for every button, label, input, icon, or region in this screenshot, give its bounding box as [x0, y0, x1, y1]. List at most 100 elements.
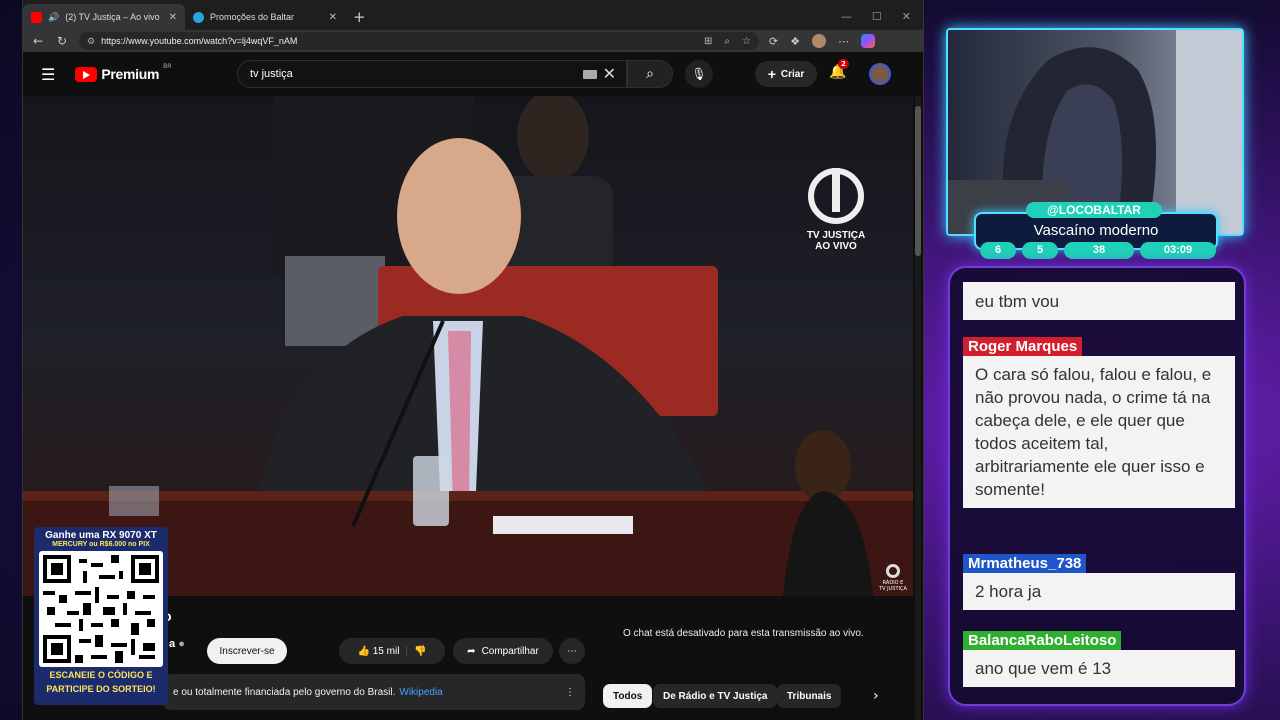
video-player[interactable]: TV JUSTIÇA AO VIVO RÁDIO E TV JUSTIÇA	[23, 96, 913, 596]
clear-search-icon[interactable]: ✕	[603, 64, 616, 84]
url-text: https://www.youtube.com/watch?v=lj4wqVF_…	[101, 36, 298, 46]
tab-promocoes[interactable]: Promoções do Baltar ✕	[185, 4, 345, 30]
tab-bar: 🔊 (2) TV Justiça – Ao vivo - You ✕ Promo…	[23, 0, 923, 30]
stream-chat-panel: eu tbm vou Roger Marques O cara só falou…	[948, 266, 1246, 706]
close-tab-icon[interactable]: ✕	[169, 12, 177, 23]
maximize-icon[interactable]: ☐	[872, 10, 882, 23]
description-text: e ou totalmente financiada pelo governo …	[173, 686, 396, 698]
qr-code	[39, 551, 163, 667]
chat-message: Mrmatheus_738 2 hora ja	[963, 553, 1235, 610]
notification-badge: 2	[838, 59, 849, 69]
chat-username: Mrmatheus_738	[963, 554, 1087, 573]
create-label: Criar	[780, 68, 805, 80]
telegram-favicon-icon	[193, 11, 204, 23]
chat-disabled-notice: O chat está desativado para esta transmi…	[623, 628, 864, 639]
chat-message: Roger Marques O cara só falou, falou e f…	[963, 336, 1235, 508]
wikipedia-link[interactable]: Wikipedia	[399, 687, 442, 698]
speaker-icon[interactable]: 🔊	[48, 12, 59, 23]
notifications-button[interactable]: 🔔 2	[829, 59, 849, 80]
promo-line2: MERCURY ou R$6.000 no PIX	[52, 541, 150, 548]
youtube-premium-logo[interactable]: Premium BR	[75, 62, 172, 82]
chip-todos[interactable]: Todos	[603, 684, 653, 708]
search-value: tv justiça	[250, 68, 293, 80]
hamburger-menu-icon[interactable]: ☰	[41, 65, 55, 84]
page-scrollbar[interactable]	[915, 96, 921, 720]
create-button[interactable]: + Criar	[755, 61, 817, 87]
like-dislike-group: 👍 15 mil | 👎	[339, 638, 445, 664]
subscribe-button[interactable]: Inscrever-se	[207, 638, 287, 664]
more-actions-button[interactable]: ⋯	[559, 638, 585, 664]
chat-message-text: eu tbm vou	[963, 282, 1235, 320]
stat-1: 6	[980, 242, 1016, 259]
logo-text: Premium	[101, 66, 160, 82]
radio-tv-justica-small-logo: RÁDIO E TV JUSTIÇA	[875, 564, 911, 592]
youtube-play-icon	[75, 66, 98, 82]
chip-tribunais[interactable]: Tribunais	[777, 684, 842, 708]
streamer-handle: @LOCOBALTAR	[1026, 202, 1162, 218]
extension-icon[interactable]: ⟳	[769, 35, 778, 48]
share-button[interactable]: ➦ Compartilhar	[453, 638, 553, 664]
microphone-icon: 🎙	[691, 67, 707, 81]
new-tab-button[interactable]: +	[345, 4, 374, 30]
description-menu-icon[interactable]: ⋮	[565, 687, 575, 698]
tab-label: (2) TV Justiça – Ao vivo - You	[65, 12, 161, 22]
stat-2: 5	[1022, 242, 1058, 259]
address-bar[interactable]: ⚙ https://www.youtube.com/watch?v=lj4wqV…	[79, 32, 759, 50]
channel-name-text: a	[169, 638, 176, 650]
dislike-button[interactable]: 👎	[414, 646, 426, 657]
back-icon[interactable]: ←	[31, 34, 45, 48]
close-window-icon[interactable]: ✕	[902, 10, 911, 23]
plus-icon: +	[767, 66, 776, 82]
streamer-tagline: Vascaíno moderno	[1033, 222, 1159, 239]
site-info-icon[interactable]: ⚙	[87, 36, 95, 47]
stat-3: 38	[1064, 242, 1134, 259]
minimize-icon[interactable]: —	[841, 10, 852, 23]
tv-justica-logo-icon	[808, 168, 864, 224]
giveaway-promo: Ganhe uma RX 9070 XT MERCURY ou R$6.000 …	[34, 527, 168, 705]
like-button[interactable]: 👍 15 mil	[358, 646, 400, 657]
chat-message: eu tbm vou	[963, 282, 1235, 320]
chat-message-text: O cara só falou, falou e falou, e não pr…	[963, 356, 1235, 508]
more-menu-icon[interactable]: ⋯	[838, 35, 849, 48]
tab-youtube[interactable]: 🔊 (2) TV Justiça – Ao vivo - You ✕	[23, 4, 185, 30]
chat-message-text: 2 hora ja	[963, 573, 1235, 610]
chips-next-icon[interactable]: ›	[873, 688, 879, 704]
promo-line3: ESCANEIE O CÓDIGO E	[49, 670, 153, 680]
search-button[interactable]: ⌕	[627, 60, 673, 88]
address-bar-icons: ⊞ ⌕ ☆	[704, 36, 751, 47]
app-icon[interactable]: ⊞	[704, 36, 712, 47]
chat-username: Roger Marques	[963, 337, 1083, 356]
small-logo-line2: TV JUSTIÇA	[879, 586, 907, 592]
channel-name[interactable]: a ●	[169, 638, 185, 650]
keyboard-icon[interactable]	[582, 69, 597, 79]
extensions-icon[interactable]: ❖	[790, 35, 800, 48]
chat-message-text: ano que vem é 13	[963, 650, 1235, 687]
tv-justica-logo: TV JUSTIÇA AO VIVO	[801, 168, 871, 252]
description-box[interactable]: e ou totalmente financiada pelo governo …	[163, 674, 585, 710]
profile-avatar[interactable]	[812, 34, 827, 48]
chip-radio-tv-justica[interactable]: De Rádio e TV Justiça	[653, 684, 778, 708]
youtube-header: ☰ Premium BR tv justiça ✕ ⌕ 🎙 + Criar 🔔 …	[23, 52, 923, 96]
copilot-icon[interactable]	[861, 34, 876, 48]
address-bar-row: ← ↻ ⚙ https://www.youtube.com/watch?v=lj…	[23, 30, 923, 52]
close-tab-icon[interactable]: ✕	[329, 12, 337, 23]
divider: |	[405, 645, 409, 657]
window-controls: — ☐ ✕	[829, 2, 923, 30]
voice-search-button[interactable]: 🎙	[685, 60, 713, 88]
zoom-icon[interactable]: ⌕	[724, 36, 730, 47]
search-input[interactable]: tv justiça ✕	[237, 60, 627, 88]
reload-icon[interactable]: ↻	[55, 34, 69, 48]
youtube-favicon-icon	[31, 11, 42, 23]
promo-line4: PARTICIPE DO SORTEIO!	[46, 684, 156, 694]
account-avatar[interactable]	[869, 63, 891, 85]
search-icon: ⌕	[646, 66, 654, 82]
share-icon: ➦	[467, 645, 476, 657]
verified-icon: ●	[178, 638, 185, 650]
extensions-area: ⟳ ❖ ⋯	[769, 34, 876, 48]
tab-label: Promoções do Baltar	[210, 12, 295, 22]
stream-timer: 03:09	[1140, 242, 1216, 259]
like-count: 15 mil	[372, 645, 400, 657]
video-frame	[23, 96, 913, 596]
bookmark-icon[interactable]: ☆	[742, 36, 751, 47]
logo-region: BR	[163, 62, 172, 70]
